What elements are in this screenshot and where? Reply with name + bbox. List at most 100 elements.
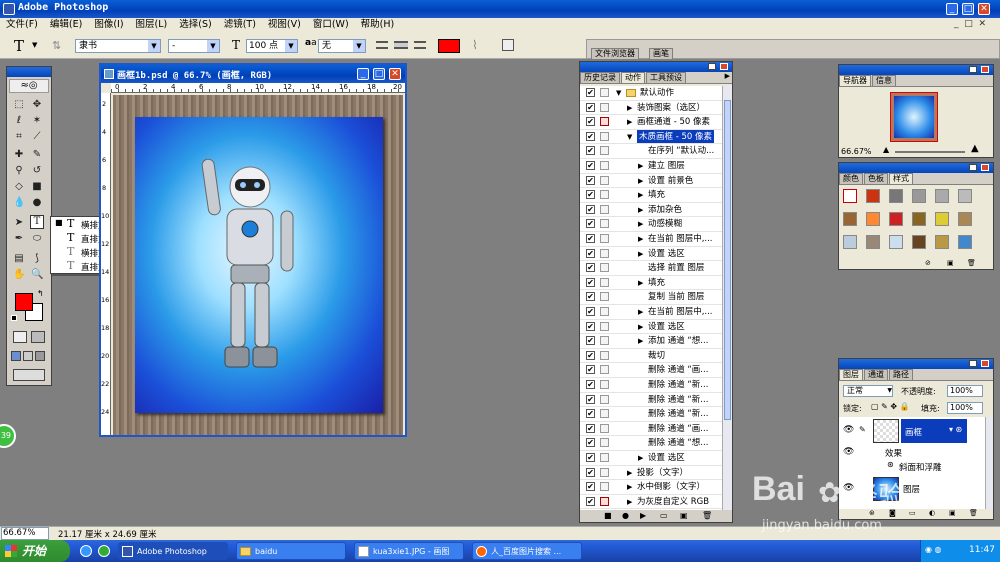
scroll-thumb[interactable] (724, 100, 731, 420)
action-checkbox[interactable]: ✔ (586, 394, 595, 404)
zoom-badge[interactable]: 39 (0, 424, 16, 448)
dialog-toggle[interactable] (600, 482, 609, 492)
expand-right-icon[interactable]: ▶ (638, 232, 643, 246)
action-checkbox[interactable]: ✔ (586, 131, 595, 141)
eye-icon[interactable]: 👁 (843, 425, 854, 435)
panel-close-icon[interactable] (720, 63, 728, 70)
action-row[interactable]: ✔ ▶ 为灰度自定义 RGB (580, 495, 722, 510)
tab-navigator[interactable]: 导航器 (839, 75, 871, 86)
dialog-toggle[interactable] (600, 219, 609, 229)
clear-style-icon[interactable]: ⊘ (925, 259, 931, 267)
navigator-thumbnail[interactable] (890, 92, 938, 142)
tab-color[interactable]: 颜色 (839, 173, 863, 184)
tab-file-browser[interactable]: 文件浏览器 (591, 48, 639, 59)
action-checkbox[interactable]: ✔ (586, 292, 595, 302)
maximize-button[interactable]: □ (962, 3, 974, 15)
action-checkbox[interactable]: ✔ (586, 277, 595, 287)
action-row[interactable]: ✔ ▶ 投影（文字） (580, 466, 722, 481)
doc-minimize-button[interactable]: _ (357, 68, 369, 80)
action-checkbox[interactable]: ✔ (586, 102, 595, 112)
action-checkbox[interactable]: ✔ (586, 467, 595, 477)
action-checkbox[interactable]: ✔ (586, 117, 595, 127)
brush-tool-icon[interactable]: ✎ (31, 149, 43, 161)
tab-info[interactable]: 信息 (872, 75, 896, 86)
tab-history[interactable]: 历史记录 (580, 72, 620, 83)
stop-icon[interactable]: ■ (604, 510, 612, 522)
expand-right-icon[interactable]: ▶ (638, 188, 643, 202)
history-brush-icon[interactable]: ↺ (31, 165, 43, 177)
zoom-slider[interactable] (895, 151, 965, 153)
path-selection-icon[interactable]: ➤ (13, 217, 25, 229)
action-row[interactable]: ✔ ▶ 添加杂色 (580, 203, 722, 218)
dialog-toggle[interactable] (600, 161, 609, 170)
blur-tool-icon[interactable]: 💧 (13, 197, 25, 209)
dialog-toggle[interactable] (600, 190, 609, 200)
dialog-toggle[interactable] (600, 380, 609, 389)
status-zoom-field[interactable]: 66.67% (1, 527, 49, 540)
pen-tool-icon[interactable]: ✒ (13, 233, 25, 245)
action-checkbox[interactable]: ✔ (586, 248, 595, 258)
style-swatch[interactable] (843, 235, 857, 249)
fx-icon[interactable]: ▾ ⊛ (949, 425, 962, 434)
default-colors-icon[interactable] (11, 315, 17, 321)
action-checkbox[interactable]: ✔ (586, 190, 595, 200)
style-swatch[interactable] (935, 235, 949, 249)
action-row[interactable]: ✔ ▶ 设置 选区 (580, 320, 722, 335)
dialog-toggle[interactable] (600, 102, 609, 112)
swap-colors-icon[interactable]: ↰ (37, 289, 44, 298)
action-checkbox[interactable]: ✔ (586, 409, 595, 419)
expand-right-icon[interactable]: ▶ (638, 276, 643, 290)
font-style-select[interactable]: - ▼ (168, 39, 220, 53)
menu-filter[interactable]: 滤镜(T) (218, 18, 262, 33)
expand-right-icon[interactable]: ▶ (638, 159, 643, 173)
action-checkbox[interactable]: ✔ (586, 336, 595, 346)
blend-mode-select[interactable]: 正常 ▼ (843, 385, 893, 397)
minimize-button[interactable]: _ (946, 3, 958, 15)
eye-icon[interactable]: 👁 (843, 447, 854, 457)
eraser-tool-icon[interactable]: ◇ (13, 181, 25, 193)
font-family-select[interactable]: 隶书 ▼ (75, 39, 161, 53)
lock-icons[interactable]: ▢ ✎ ✥ 🔒 (871, 402, 910, 411)
dodge-tool-icon[interactable]: ● (31, 197, 43, 209)
healing-tool-icon[interactable]: ✚ (13, 149, 25, 161)
effects-row[interactable]: 👁 效果 (839, 445, 985, 459)
expand-right-icon[interactable]: ▶ (627, 115, 632, 129)
hand-tool-icon[interactable]: ✋ (13, 269, 25, 281)
tab-channels[interactable]: 通道 (864, 369, 888, 380)
action-row[interactable]: ✔ 删除 通道 “想... (580, 436, 722, 451)
expand-right-icon[interactable]: ▶ (627, 480, 632, 494)
style-swatch[interactable] (958, 189, 972, 203)
palettes-toggle-icon[interactable] (502, 39, 514, 51)
style-swatch[interactable] (912, 235, 926, 249)
doc-close-button[interactable]: ✕ (389, 68, 401, 80)
action-checkbox[interactable]: ✔ (586, 380, 595, 389)
style-swatch[interactable] (935, 212, 949, 226)
action-checkbox[interactable]: ✔ (586, 496, 595, 506)
dialog-toggle[interactable] (600, 394, 609, 404)
dialog-toggle[interactable] (600, 277, 609, 287)
style-swatch[interactable] (958, 212, 972, 226)
action-checkbox[interactable]: ✔ (586, 234, 595, 243)
align-right-icon[interactable] (414, 41, 426, 49)
action-checkbox[interactable]: ✔ (586, 307, 595, 316)
tab-brushes[interactable]: 画笔 (649, 48, 673, 59)
action-row[interactable]: ✔ ▶ 水中倒影（文字） (580, 480, 722, 495)
dialog-toggle[interactable] (600, 263, 609, 273)
tab-styles[interactable]: 样式 (889, 173, 913, 184)
style-swatch[interactable] (889, 235, 903, 249)
action-checkbox[interactable]: ✔ (586, 365, 595, 375)
tab-actions[interactable]: 动作 (621, 72, 645, 83)
action-row[interactable]: ✔ ▶ 装饰图案（选区） (580, 101, 722, 116)
panel-minimize-icon[interactable] (969, 164, 977, 171)
panel-minimize-icon[interactable] (969, 360, 977, 367)
crop-tool-icon[interactable]: ⌗ (13, 131, 25, 143)
actions-scrollbar[interactable] (722, 86, 732, 510)
taskbar-item-folder[interactable]: baidu (236, 542, 346, 560)
tray-icons[interactable]: ◉ ◍ (925, 545, 942, 554)
taskbar-item-photoshop[interactable]: Adobe Photoshop (118, 542, 228, 560)
tab-paths[interactable]: 路径 (889, 369, 913, 380)
style-swatch[interactable] (843, 212, 857, 226)
menu-file[interactable]: 文件(F) (0, 18, 44, 33)
new-set-icon[interactable]: ▭ (660, 510, 668, 522)
action-row[interactable]: ✔ ▶ 设置 选区 (580, 247, 722, 262)
